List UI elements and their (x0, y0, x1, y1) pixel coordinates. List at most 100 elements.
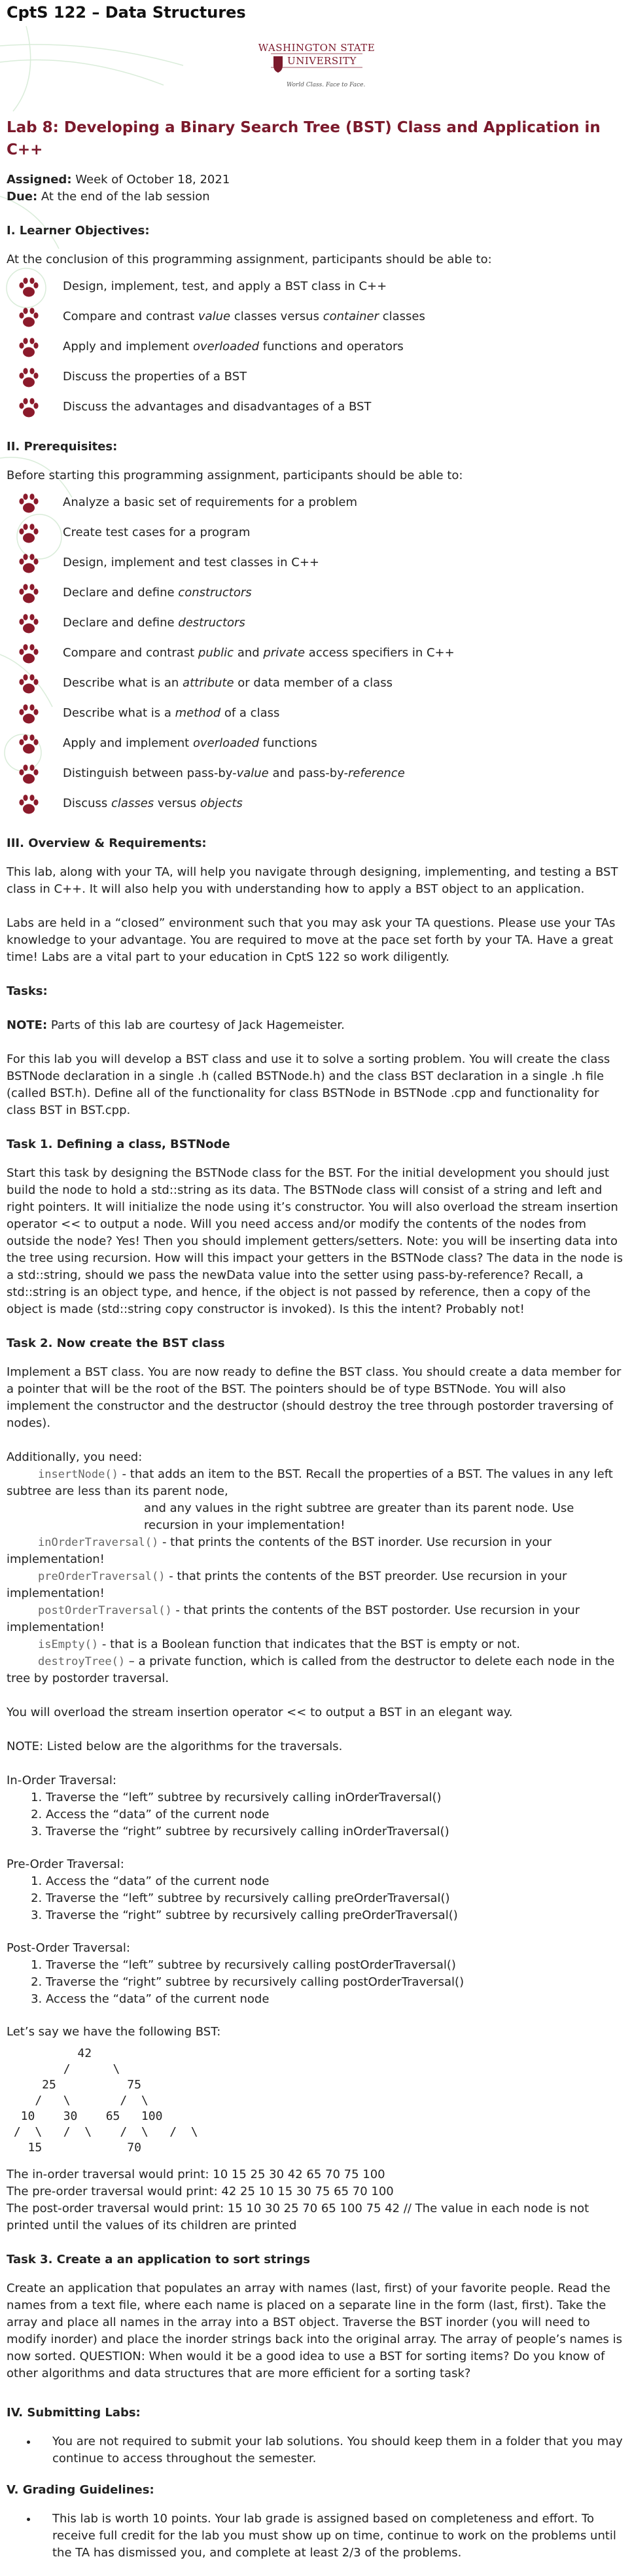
submitting-heading: IV. Submitting Labs: (7, 2406, 141, 2420)
method-name: inOrderTraversal() (38, 1536, 159, 1549)
paw-print-icon (19, 734, 39, 754)
task3-heading: Task 3. Create a an application to sort … (7, 2253, 310, 2266)
course-title: CptS 122 – Data Structures (7, 3, 246, 22)
inorder-heading: In-Order Traversal: (7, 1774, 116, 1787)
prereq-text: Design, implement and test classes in C+… (63, 556, 320, 569)
due-label: Due: (7, 190, 38, 204)
prereq-text: Apply and implement overloaded functions (63, 736, 317, 750)
tasks-heading: Tasks: (7, 984, 48, 998)
submitting-list: You are not required to submit your lab … (7, 2433, 625, 2467)
list-item: Compare and contrast public and private … (7, 640, 625, 670)
grading-list: This lab is worth 10 points. Your lab gr… (7, 2511, 625, 2562)
list-item: Traverse the “left” subtree by recursive… (46, 1789, 625, 1806)
paw-print-icon (19, 674, 39, 694)
paw-print-icon (19, 338, 39, 357)
objective-text: Compare and contrast value classes versu… (63, 310, 425, 323)
method-name: isEmpty() (38, 1638, 99, 1651)
list-item: Design, implement, test, and apply a BST… (7, 274, 625, 304)
objectives-heading: I. Learner Objectives: (7, 224, 150, 238)
paw-print-icon (19, 704, 39, 724)
method-desc-cont: and any values in the right subtree are … (144, 1501, 574, 1532)
note-label: NOTE: (7, 1018, 48, 1032)
method-inordertraversal: inOrderTraversal() - that prints the con… (7, 1534, 625, 1568)
method-isempty: isEmpty() - that is a Boolean function t… (7, 1636, 625, 1653)
paw-print-icon (19, 308, 39, 327)
objectives-list: Design, implement, test, and apply a BST… (7, 274, 625, 424)
paw-print-icon (19, 554, 39, 573)
lab-title: Lab 8: Developing a Binary Search Tree (… (7, 119, 601, 158)
list-item: Discuss the advantages and disadvantages… (7, 394, 625, 424)
note-text: Parts of this lab are courtesy of Jack H… (47, 1018, 345, 1032)
paw-print-icon (19, 614, 39, 634)
list-item: Declare and define constructors (7, 580, 625, 610)
postorder-heading: Post-Order Traversal: (7, 1941, 130, 1955)
overview-paragraph-1: This lab, along with your TA, will help … (7, 865, 618, 896)
prereqs-list: Analyze a basic set of requirements for … (7, 490, 625, 821)
preorder-output: The pre-order traversal would print: 42 … (7, 2185, 394, 2198)
list-item: Traverse the “right” subtree by recursiv… (46, 1974, 625, 1991)
logo-line2: UNIVERSITY (287, 55, 357, 67)
objective-text: Design, implement, test, and apply a BST… (63, 279, 387, 293)
list-item: Apply and implement overloaded functions (7, 730, 625, 760)
task2-heading: Task 2. Now create the BST class (7, 1336, 225, 1350)
method-name: destroyTree() (38, 1655, 126, 1668)
prereq-text: Describe what is an attribute or data me… (63, 676, 393, 690)
grading-heading: V. Grading Guidelines: (7, 2483, 154, 2497)
inorder-output: The in-order traversal would print: 10 1… (7, 2168, 385, 2181)
paw-print-icon (19, 644, 39, 664)
postorder-output: The post-order traversal would print: 15… (7, 2202, 589, 2232)
method-postordertraversal: postOrderTraversal() - that prints the c… (7, 1602, 625, 1636)
task2-paragraph: Implement a BST class. You are now ready… (7, 1365, 622, 1430)
task1-heading: Task 1. Defining a class, BSTNode (7, 1137, 230, 1151)
objective-text: Discuss the advantages and disadvantages… (63, 400, 372, 414)
list-item: Analyze a basic set of requirements for … (7, 490, 625, 520)
list-item: Design, implement and test classes in C+… (7, 550, 625, 580)
method-insertnode: insertNode() - that adds an item to the … (7, 1466, 625, 1534)
due-value: At the end of the lab session (37, 190, 210, 204)
list-item: Distinguish between pass-by-value and pa… (7, 760, 625, 791)
additionally-line: Additionally, you need: (7, 1450, 143, 1464)
list-item: Discuss classes versus objects (7, 791, 625, 821)
note-line: NOTE: Parts of this lab are courtesy of … (7, 1017, 625, 1034)
method-preordertraversal: preOrderTraversal() - that prints the co… (7, 1568, 625, 1602)
list-item: Access the “data” of the current node (46, 1991, 625, 2008)
method-destroytree: destroyTree() – a private function, whic… (7, 1653, 625, 1687)
list-item: Access the “data” of the current node (46, 1806, 625, 1823)
prereq-text: Create test cases for a program (63, 526, 251, 539)
prereq-text: Compare and contrast public and private … (63, 646, 455, 660)
prereq-text: Describe what is a method of a class (63, 706, 280, 720)
list-item: Traverse the “left” subtree by recursive… (46, 1957, 625, 1974)
preorder-steps: Access the “data” of the current node Tr… (7, 1873, 625, 1924)
due-line: Due: At the end of the lab session (7, 188, 625, 206)
overload-paragraph: You will overload the stream insertion o… (7, 1706, 513, 1719)
list-item: Traverse the “right” subtree by recursiv… (46, 1907, 625, 1924)
list-item: Describe what is an attribute or data me… (7, 670, 625, 700)
objective-text: Apply and implement overloaded functions… (63, 340, 404, 353)
example-intro: Let’s say we have the following BST: (7, 2025, 221, 2039)
prereq-text: Declare and define constructors (63, 586, 252, 599)
task3-paragraph: Create an application that populates an … (7, 2281, 623, 2380)
list-item: Traverse the “left” subtree by recursive… (46, 1890, 625, 1907)
assigned-label: Assigned: (7, 173, 72, 187)
preorder-heading: Pre-Order Traversal: (7, 1857, 124, 1871)
prereq-text: Discuss classes versus objects (63, 796, 243, 810)
paw-print-icon (19, 524, 39, 543)
task1-paragraph: Start this task by designing the BSTNode… (7, 1166, 623, 1316)
paw-print-icon (19, 277, 39, 297)
list-item: Compare and contrast value classes versu… (7, 304, 625, 334)
list-item: Traverse the “right” subtree by recursiv… (46, 1823, 625, 1840)
method-desc: - that is a Boolean function that indica… (98, 1637, 520, 1651)
paw-print-icon (19, 368, 39, 387)
objectives-intro: At the conclusion of this programming as… (7, 253, 492, 266)
overview-paragraph-2: Labs are held in a “closed” environment … (7, 916, 616, 964)
overview-paragraph-3: For this lab you will develop a BST clas… (7, 1052, 610, 1117)
list-item: You are not required to submit your lab … (38, 2433, 625, 2467)
list-item: Apply and implement overloaded functions… (7, 334, 625, 364)
assigned-value: Week of October 18, 2021 (71, 173, 230, 187)
list-item: Access the “data” of the current node (46, 1873, 625, 1890)
paw-print-icon (19, 493, 39, 513)
paw-print-icon (19, 795, 39, 814)
lab-content: Lab 8: Developing a Binary Search Tree (… (7, 116, 625, 2576)
overview-heading: III. Overview & Requirements: (7, 836, 207, 850)
algorithms-note: NOTE: Listed below are the algorithms fo… (7, 1740, 343, 1753)
